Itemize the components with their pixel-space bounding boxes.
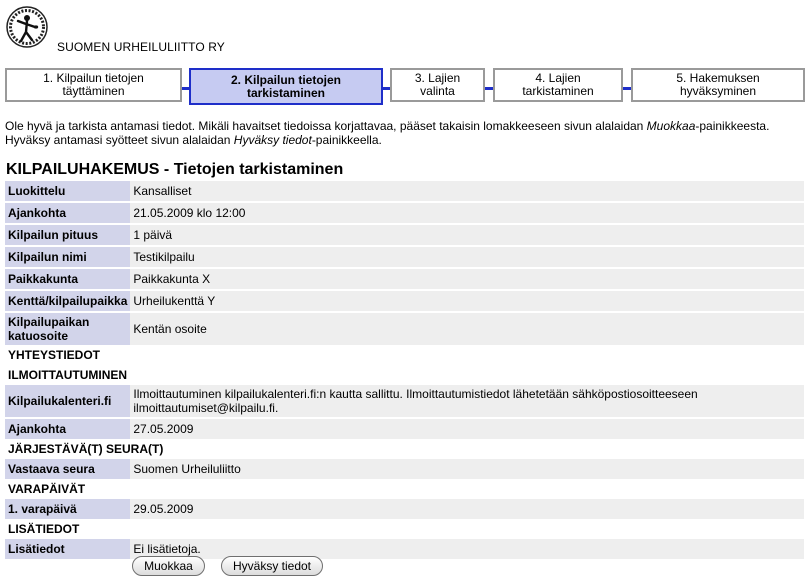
field-value: Testikilpailu [130, 247, 804, 267]
field-label: Kenttä/kilpailupaikka [5, 291, 131, 311]
step-3-label: 3. Lajien valinta [414, 71, 461, 98]
section-lisatiedot: LISÄTIEDOT [5, 519, 804, 539]
row-luokittelu: Luokittelu Kansalliset [5, 181, 804, 201]
step-4-label: 4. Lajien tarkistaminen [522, 71, 594, 98]
row-katuosoite: Kilpailupaikan katuosoite Kentän osoite [5, 313, 804, 345]
field-value: 29.05.2009 [130, 499, 804, 519]
field-value: Suomen Urheiluliitto [130, 459, 804, 479]
step-3: 3. Lajien valinta [390, 68, 485, 102]
row-ilmoittautuminen-ajankohta: Ajankohta 27.05.2009 [5, 419, 804, 439]
field-label: Luokittelu [5, 181, 131, 201]
row-kilpailukalenteri: Kilpailukalenteri.fi Ilmoittautuminen kil… [5, 385, 804, 417]
discus-thrower-logo-icon [6, 6, 48, 48]
field-value: Kentän osoite [130, 313, 804, 345]
field-value: Urheilukenttä Y [130, 291, 804, 311]
section-jarjestaja: JÄRJESTÄVÄ(T) SEURA(T) [5, 439, 804, 459]
section-heading: YHTEYSTIEDOT [5, 345, 804, 365]
field-value: Paikkakunta X [130, 269, 804, 289]
field-value: Ilmoittautuminen kilpailukalenteri.fi:n … [130, 385, 804, 417]
intro-line1-suffix: -painikkeesta. [695, 119, 770, 133]
page-title: KILPAILUHAKEMUS - Tietojen tarkistaminen [6, 161, 344, 178]
intro-line1-emphasis: Muokkaa [646, 119, 696, 133]
field-label: Kilpailupaikan katuosoite [5, 313, 131, 345]
field-label: Ajankohta [5, 203, 131, 223]
section-heading: VARAPÄIVÄT [5, 479, 804, 499]
section-heading: ILMOITTAUTUMINEN [5, 365, 804, 385]
wizard-steps: 1. Kilpailun tietojen täyttäminen 2. Kil… [5, 68, 805, 106]
field-label: Lisätiedot [5, 539, 131, 559]
step-1-label: 1. Kilpailun tietojen täyttäminen [43, 71, 144, 98]
step-2-current: 2. Kilpailun tietojen tarkistaminen [189, 68, 383, 105]
intro-line2-suffix: -painikkeella. [311, 133, 382, 147]
application-details-table: Luokittelu Kansalliset Ajankohta 21.05.200… [5, 181, 804, 559]
row-varapaiva-1: 1. varapäivä 29.05.2009 [5, 499, 804, 519]
field-value: Kansalliset [130, 181, 804, 201]
section-heading: JÄRJESTÄVÄ(T) SEURA(T) [5, 439, 804, 459]
step-4: 4. Lajien tarkistaminen [493, 68, 623, 102]
row-kilpailun-nimi: Kilpailun nimi Testikilpailu [5, 247, 804, 267]
field-value: 1 päivä [130, 225, 804, 245]
row-kentta: Kenttä/kilpailupaikka Urheilukenttä Y [5, 291, 804, 311]
step-1: 1. Kilpailun tietojen täyttäminen [5, 68, 182, 102]
row-ajankohta: Ajankohta 21.05.2009 klo 12:00 [5, 203, 804, 223]
section-varapaivat: VARAPÄIVÄT [5, 479, 804, 499]
field-label: Paikkakunta [5, 269, 131, 289]
step-2-label: 2. Kilpailun tietojen tarkistaminen [230, 72, 341, 100]
field-label: 1. varapäivä [5, 499, 131, 519]
row-kilpailun-pituus: Kilpailun pituus 1 päivä [5, 225, 804, 245]
instructions-text: Ole hyvä ja tarkista antamasi tiedot. Mi… [5, 119, 805, 147]
approve-button[interactable]: Hyväksy tiedot [221, 556, 323, 576]
section-heading: LISÄTIEDOT [5, 519, 804, 539]
field-label: Kilpailun pituus [5, 225, 131, 245]
step-5-label: 5. Hakemuksen hyväksyminen [676, 71, 760, 98]
intro-line2-text: Hyväksy antamasi syötteet sivun alalaida… [5, 133, 234, 147]
row-paikkakunta: Paikkakunta Paikkakunta X [5, 269, 804, 289]
section-ilmoittautuminen: ILMOITTAUTUMINEN [5, 365, 804, 385]
intro-line1-text: Ole hyvä ja tarkista antamasi tiedot. Mi… [5, 119, 647, 133]
field-label: Ajankohta [5, 419, 131, 439]
edit-button[interactable]: Muokkaa [132, 556, 205, 576]
field-value: 21.05.2009 klo 12:00 [130, 203, 804, 223]
field-label: Kilpailukalenteri.fi [5, 385, 131, 417]
section-yhteystiedot: YHTEYSTIEDOT [5, 345, 804, 365]
row-vastaava-seura: Vastaava seura Suomen Urheiluliitto [5, 459, 804, 479]
step-5: 5. Hakemuksen hyväksyminen [631, 68, 805, 102]
field-label: Vastaava seura [5, 459, 131, 479]
field-value: 27.05.2009 [130, 419, 804, 439]
field-label: Kilpailun nimi [5, 247, 131, 267]
row-lisatiedot: Lisätiedot Ei lisätietoja. [5, 539, 804, 559]
organization-name: SUOMEN URHEILULIITTO RY [57, 40, 225, 54]
intro-line2-emphasis: Hyväksy tiedot [233, 133, 312, 147]
